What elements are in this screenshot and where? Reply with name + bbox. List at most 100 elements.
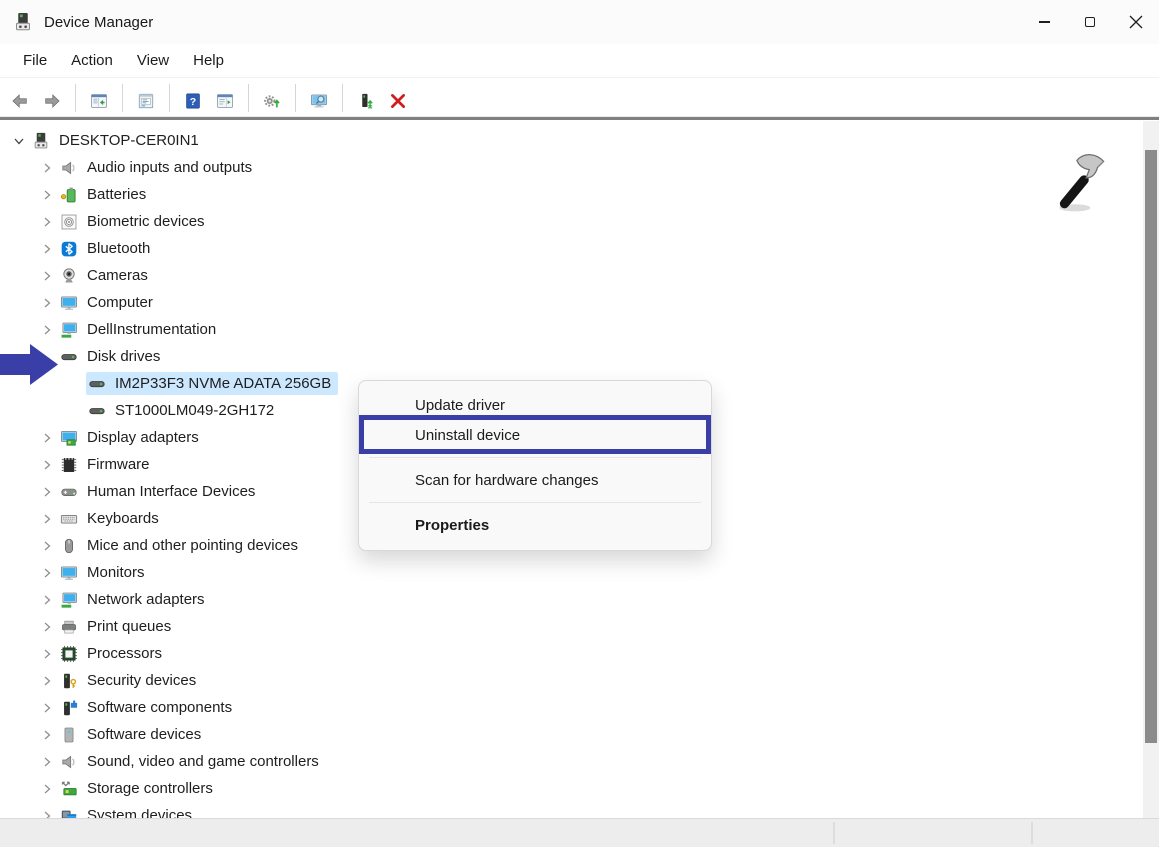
scan-hardware-button[interactable] xyxy=(257,83,287,113)
chevron-right-icon[interactable] xyxy=(36,782,58,796)
uninstall-device-button[interactable] xyxy=(383,83,413,113)
tree-item-content[interactable]: Mice and other pointing devices xyxy=(58,534,305,557)
tree-item-selected[interactable]: IM2P33F3 NVMe ADATA 256GB xyxy=(86,372,338,395)
menu-action[interactable]: Action xyxy=(60,47,124,74)
console-tree-button[interactable] xyxy=(84,83,114,113)
context-menu-item-scan-for-hardware-changes[interactable]: Scan for hardware changes xyxy=(359,465,711,495)
chevron-right-icon[interactable] xyxy=(36,512,58,526)
forward-arrow-button[interactable] xyxy=(37,83,67,113)
tree-item-content[interactable]: DellInstrumentation xyxy=(58,318,223,341)
update-driver-icon xyxy=(357,89,375,107)
tree-item-content[interactable]: Print queues xyxy=(58,615,178,638)
tree-item[interactable]: DESKTOP-CER0IN1 xyxy=(0,127,1143,154)
chevron-right-icon[interactable] xyxy=(36,593,58,607)
chevron-right-icon[interactable] xyxy=(36,674,58,688)
tree-item-content[interactable]: Display adapters xyxy=(58,426,206,449)
tree-item[interactable]: Storage controllers xyxy=(0,775,1143,802)
tree-item-content[interactable]: Batteries xyxy=(58,183,153,206)
tree-item-content[interactable]: Monitors xyxy=(58,561,152,584)
chevron-right-icon[interactable] xyxy=(36,215,58,229)
tree-item[interactable]: Software devices xyxy=(0,721,1143,748)
help-button[interactable]: ? xyxy=(178,83,208,113)
chevron-right-icon[interactable] xyxy=(36,242,58,256)
tree-item[interactable]: Biometric devices xyxy=(0,208,1143,235)
tree-item-content[interactable]: Firmware xyxy=(58,453,157,476)
chevron-right-icon[interactable] xyxy=(36,161,58,175)
tree-item[interactable]: Cameras xyxy=(0,262,1143,289)
computer-search-button[interactable] xyxy=(304,83,334,113)
tree-item-content[interactable]: Keyboards xyxy=(58,507,166,530)
scrollbar[interactable] xyxy=(1143,121,1159,818)
tree-item[interactable]: Bluetooth xyxy=(0,235,1143,262)
chevron-right-icon[interactable] xyxy=(36,728,58,742)
maximize-button[interactable] xyxy=(1067,0,1113,44)
tree-item-content[interactable]: Sound, video and game controllers xyxy=(58,750,326,773)
chevron-right-icon[interactable] xyxy=(36,755,58,769)
chevron-right-icon[interactable] xyxy=(36,620,58,634)
update-driver-button[interactable] xyxy=(351,83,381,113)
chevron-right-icon[interactable] xyxy=(36,188,58,202)
menu-help[interactable]: Help xyxy=(182,47,235,74)
tree-item-content[interactable]: Storage controllers xyxy=(58,777,220,800)
tree-item-content[interactable]: Audio inputs and outputs xyxy=(58,156,259,179)
tree-item-content[interactable]: ST1000LM049-2GH172 xyxy=(86,399,281,422)
tree-item[interactable]: Software components xyxy=(0,694,1143,721)
tree-item-content[interactable]: Software devices xyxy=(58,723,208,746)
tree-item-content[interactable]: Processors xyxy=(58,642,169,665)
tree-item[interactable]: Processors xyxy=(0,640,1143,667)
toolbar-separator xyxy=(75,84,76,112)
chevron-down-icon[interactable] xyxy=(8,134,30,148)
tree-item[interactable]: Audio inputs and outputs xyxy=(0,154,1143,181)
context-menu-item-uninstall-device[interactable]: Uninstall device xyxy=(359,420,711,450)
chevron-right-icon[interactable] xyxy=(36,485,58,499)
chevron-right-icon[interactable] xyxy=(36,809,58,819)
tree-item-content[interactable]: Cameras xyxy=(58,264,155,287)
chevron-right-icon[interactable] xyxy=(36,458,58,472)
tree-item-label: Software devices xyxy=(87,726,201,743)
tree-item-label: Biometric devices xyxy=(87,213,205,230)
tree-item-label: DESKTOP-CER0IN1 xyxy=(59,132,199,149)
action-pane-button[interactable] xyxy=(210,83,240,113)
context-menu-item-update-driver[interactable]: Update driver xyxy=(359,390,711,420)
chevron-right-icon[interactable] xyxy=(36,566,58,580)
tree-item[interactable]: Batteries xyxy=(0,181,1143,208)
chevron-right-icon[interactable] xyxy=(36,323,58,337)
chevron-right-icon[interactable] xyxy=(36,539,58,553)
menu-file[interactable]: File xyxy=(12,47,58,74)
titlebar: Device Manager xyxy=(0,0,1159,44)
tree-item-content[interactable]: Bluetooth xyxy=(58,237,157,260)
tree-item-content[interactable]: Disk drives xyxy=(58,345,167,368)
close-button[interactable] xyxy=(1113,0,1159,44)
tree-item[interactable]: Disk drives xyxy=(0,343,1143,370)
properties-window-button[interactable] xyxy=(131,83,161,113)
context-menu-item-properties[interactable]: Properties xyxy=(359,510,711,540)
caption-buttons xyxy=(1021,0,1159,44)
tree-item-content[interactable]: Software components xyxy=(58,696,239,719)
tree-item-label: ST1000LM049-2GH172 xyxy=(115,402,274,419)
tree-item[interactable]: Network adapters xyxy=(0,586,1143,613)
tree-item-content[interactable]: Security devices xyxy=(58,669,203,692)
tree-item[interactable]: DellInstrumentation xyxy=(0,316,1143,343)
tree-item[interactable]: Print queues xyxy=(0,613,1143,640)
back-arrow-button[interactable] xyxy=(5,83,35,113)
chevron-right-icon[interactable] xyxy=(36,269,58,283)
tree-item-content[interactable]: Human Interface Devices xyxy=(58,480,262,503)
tree-item-content[interactable]: System devices xyxy=(58,804,199,818)
tree-item[interactable]: Sound, video and game controllers xyxy=(0,748,1143,775)
tree-item-content[interactable]: Network adapters xyxy=(58,588,212,611)
tree-item[interactable]: Computer xyxy=(0,289,1143,316)
scrollbar-thumb[interactable] xyxy=(1145,150,1157,743)
chevron-right-icon[interactable] xyxy=(36,296,58,310)
chevron-right-icon[interactable] xyxy=(36,431,58,445)
tree-item[interactable]: System devices xyxy=(0,802,1143,818)
tree-item-content[interactable]: DESKTOP-CER0IN1 xyxy=(30,129,206,152)
chevron-right-icon[interactable] xyxy=(36,701,58,715)
chevron-right-icon[interactable] xyxy=(36,647,58,661)
menu-view[interactable]: View xyxy=(126,47,180,74)
tree-item[interactable]: Monitors xyxy=(0,559,1143,586)
tree-item-label: Cameras xyxy=(87,267,148,284)
tree-item[interactable]: Security devices xyxy=(0,667,1143,694)
minimize-button[interactable] xyxy=(1021,0,1067,44)
tree-item-content[interactable]: Computer xyxy=(58,291,160,314)
tree-item-content[interactable]: Biometric devices xyxy=(58,210,212,233)
